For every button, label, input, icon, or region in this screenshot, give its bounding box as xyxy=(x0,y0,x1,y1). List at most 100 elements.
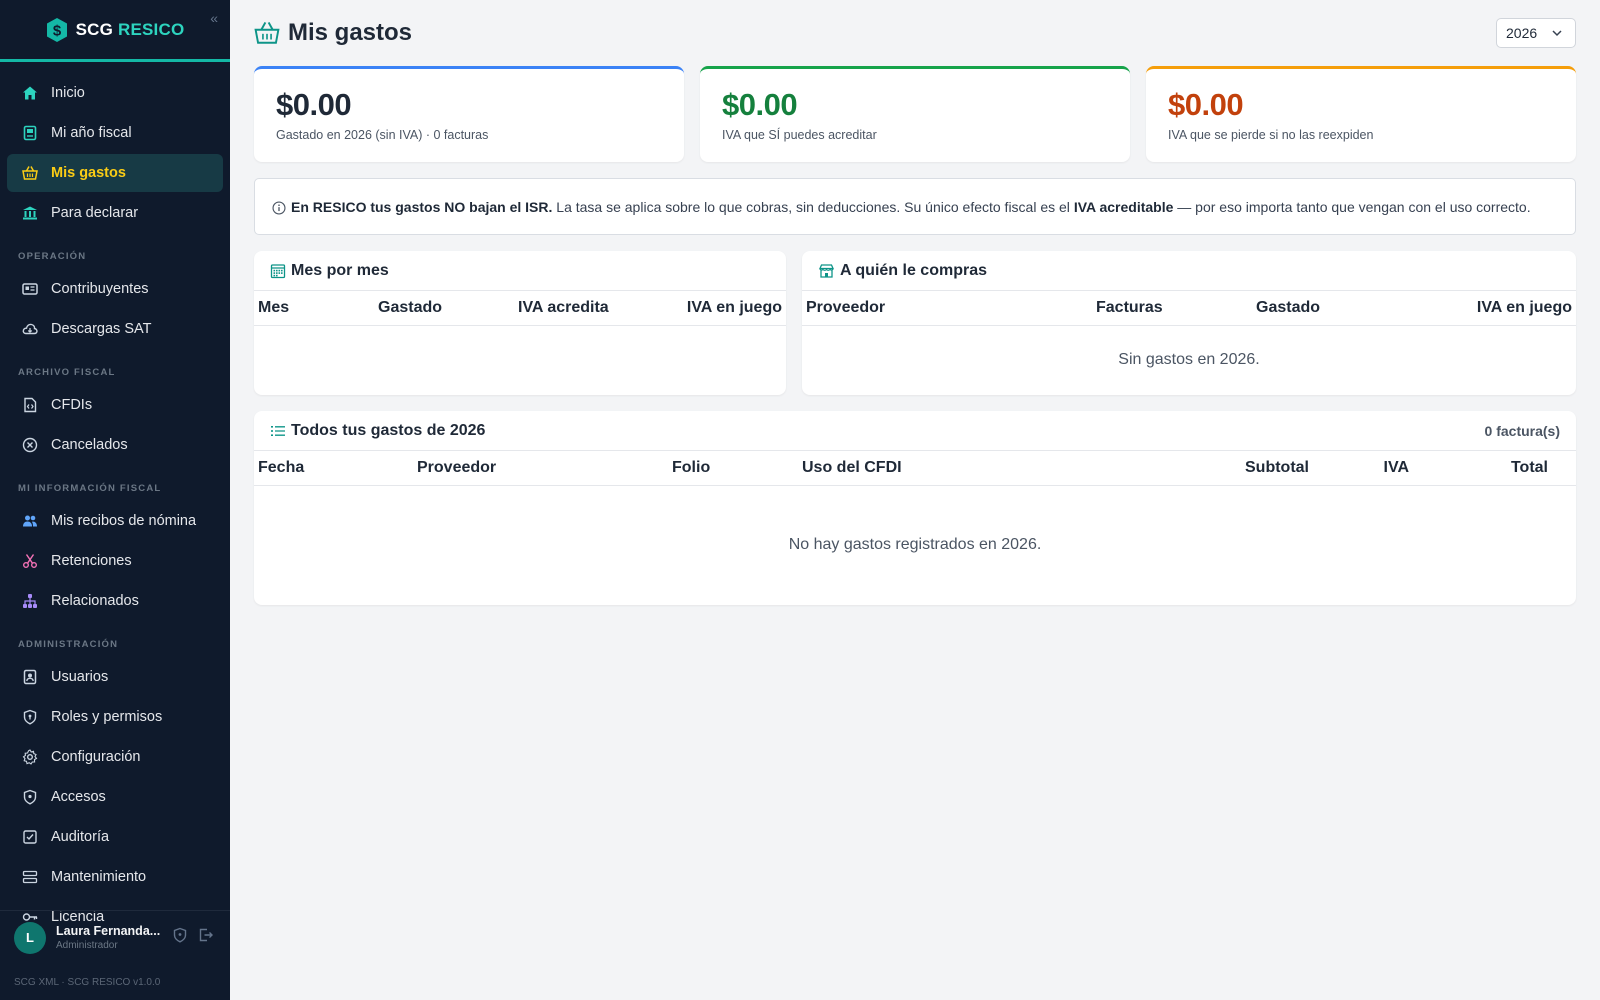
panel-title-text: Todos tus gastos de 2026 xyxy=(291,421,486,439)
nav-section-operacion: OPERACIÓN xyxy=(18,251,87,262)
col-iva-acredita[interactable]: IVA acredita xyxy=(514,291,664,326)
id-badge-icon xyxy=(22,125,38,141)
sidebar-item-descargas-sat[interactable]: Descargas SAT xyxy=(7,310,223,348)
sidebar-item-roles-permisos[interactable]: Roles y permisos xyxy=(7,698,223,736)
sidebar-item-label: Auditoría xyxy=(51,829,110,845)
sidebar-item-cancelados[interactable]: Cancelados xyxy=(7,426,223,464)
sidebar-item-mi-ano-fiscal[interactable]: Mi año fiscal xyxy=(7,114,223,152)
empty-message: No hay gastos registrados en 2026. xyxy=(788,536,1042,554)
app-version: SCG XML · SCG RESICO v1.0.0 xyxy=(14,977,161,988)
card-label: Gastado en 2026 (sin IVA) · 0 facturas xyxy=(276,128,489,142)
monthly-panel: Mes por mes Mes Gastado IVA acredita IVA… xyxy=(254,251,786,395)
col-iva-en-juego[interactable]: IVA en juego xyxy=(1412,291,1576,326)
sidebar-item-label: Configuración xyxy=(51,749,141,765)
sidebar-item-label: Contribuyentes xyxy=(51,281,149,297)
col-gastado[interactable]: Gastado xyxy=(374,291,514,326)
sidebar-item-label: CFDIs xyxy=(51,397,93,413)
sidebar-item-label: Usuarios xyxy=(51,669,109,685)
file-code-icon xyxy=(22,397,38,413)
info-bold-2: IVA acreditable xyxy=(1073,199,1174,215)
sidebar-item-mis-gastos[interactable]: Mis gastos xyxy=(7,154,223,192)
id-card-icon xyxy=(22,281,38,297)
sidebar-nav: Inicio Mi año fiscal Mis gastos Para dec… xyxy=(0,62,230,936)
list-icon xyxy=(271,425,285,436)
card-label: IVA que se pierde si no las reexpiden xyxy=(1168,128,1374,142)
sidebar-item-retenciones[interactable]: Retenciones xyxy=(7,542,223,580)
sidebar-item-label: Mantenimiento xyxy=(51,869,147,885)
nav-section-mi-informacion-fiscal: MI INFORMACIÓN FISCAL xyxy=(18,483,162,494)
shield-icon xyxy=(22,709,38,725)
sidebar-item-accesos[interactable]: Accesos xyxy=(7,778,223,816)
sidebar-item-auditoria[interactable]: Auditoría xyxy=(7,818,223,856)
col-fecha[interactable]: Fecha xyxy=(254,451,413,486)
col-folio[interactable]: Folio xyxy=(668,451,798,486)
sidebar-item-mantenimiento[interactable]: Mantenimiento xyxy=(7,858,223,896)
panel-title-text: Mes por mes xyxy=(291,261,389,279)
breakdown-row: Mes por mes Mes Gastado IVA acredita IVA… xyxy=(254,251,1576,395)
panel-header: Mes por mes xyxy=(254,251,786,291)
shield-lock-icon xyxy=(22,789,38,805)
col-mes[interactable]: Mes xyxy=(254,291,374,326)
avatar[interactable]: L xyxy=(14,921,46,954)
suppliers-panel: A quién le compras Proveedor Facturas Ga… xyxy=(802,251,1576,395)
brand[interactable]: $ SCG RESICO « xyxy=(0,0,230,62)
cloud-download-icon xyxy=(22,321,38,337)
col-iva[interactable]: IVA xyxy=(1313,451,1413,486)
empty-message: Sin gastos en 2026. xyxy=(1118,351,1260,369)
panel-title: A quién le compras xyxy=(818,262,987,280)
monthly-table: Mes Gastado IVA acredita IVA en juego xyxy=(254,291,786,326)
year-select[interactable]: 2026 xyxy=(1496,18,1576,48)
card-iva-acreditable: $0.00 IVA que SÍ puedes acreditar xyxy=(700,66,1130,162)
card-value: $0.00 xyxy=(1168,87,1244,122)
sidebar-item-label: Mis gastos xyxy=(51,165,126,181)
sidebar-item-configuracion[interactable]: Configuración xyxy=(7,738,223,776)
brand-name: SCG RESICO xyxy=(75,19,185,39)
card-total-gastado: $0.00 Gastado en 2026 (sin IVA) · 0 fact… xyxy=(254,66,684,162)
col-total[interactable]: Total xyxy=(1413,451,1576,486)
collapse-sidebar-icon[interactable]: « xyxy=(210,10,218,26)
sidebar-item-label: Mi año fiscal xyxy=(51,125,132,141)
sidebar-item-label: Inicio xyxy=(51,85,85,101)
topbar: Mis gastos 2026 xyxy=(254,0,1576,66)
col-proveedor[interactable]: Proveedor xyxy=(413,451,668,486)
store-icon xyxy=(819,263,834,278)
user-name: Laura Fernanda... xyxy=(56,924,161,938)
summary-cards: $0.00 Gastado en 2026 (sin IVA) · 0 fact… xyxy=(254,66,1576,162)
card-value: $0.00 xyxy=(276,87,352,122)
col-facturas[interactable]: Facturas xyxy=(1092,291,1252,326)
sidebar-item-contribuyentes[interactable]: Contribuyentes xyxy=(7,270,223,308)
col-subtotal[interactable]: Subtotal xyxy=(1098,451,1313,486)
user-actions xyxy=(172,927,214,948)
year-select-value: 2026 xyxy=(1506,25,1538,41)
info-text-1: La tasa se aplica sobre lo que cobras, s… xyxy=(552,199,1074,215)
shield-icon[interactable] xyxy=(172,927,188,948)
panel-header: Todos tus gastos de 2026 0 factura(s) xyxy=(254,411,1576,451)
bank-icon xyxy=(22,205,38,221)
sidebar: $ SCG RESICO « Inicio Mi año fiscal Mis … xyxy=(0,0,230,1000)
sidebar-item-label: Retenciones xyxy=(51,553,132,569)
sidebar-item-cfdis[interactable]: CFDIs xyxy=(7,386,223,424)
sidebar-item-para-declarar[interactable]: Para declarar xyxy=(7,194,223,232)
sidebar-item-usuarios[interactable]: Usuarios xyxy=(7,658,223,696)
sidebar-item-inicio[interactable]: Inicio xyxy=(7,74,223,112)
expenses-table: Fecha Proveedor Folio Uso del CFDI Subto… xyxy=(254,451,1576,605)
logout-icon[interactable] xyxy=(198,927,214,948)
calendar-icon xyxy=(270,263,286,278)
home-icon xyxy=(22,85,38,101)
info-icon xyxy=(272,201,286,215)
card-label: IVA que SÍ puedes acreditar xyxy=(722,128,877,142)
basket-icon xyxy=(22,165,38,181)
chevron-down-icon xyxy=(1552,30,1562,37)
col-iva-en-juego[interactable]: IVA en juego xyxy=(664,291,786,326)
panel-title: Todos tus gastos de 2026 xyxy=(270,422,485,440)
sidebar-item-label: Descargas SAT xyxy=(51,321,152,337)
user-role: Administrador xyxy=(56,940,118,951)
suppliers-table: Proveedor Facturas Gastado IVA en juego … xyxy=(802,291,1576,395)
hierarchy-icon xyxy=(22,593,38,609)
sidebar-item-relacionados[interactable]: Relacionados xyxy=(7,582,223,620)
sidebar-item-recibos-nomina[interactable]: Mis recibos de nómina xyxy=(7,502,223,540)
col-gastado[interactable]: Gastado xyxy=(1252,291,1412,326)
page-title-text: Mis gastos xyxy=(288,19,413,46)
col-proveedor[interactable]: Proveedor xyxy=(802,291,1092,326)
col-uso-cfdi[interactable]: Uso del CFDI xyxy=(798,451,1098,486)
